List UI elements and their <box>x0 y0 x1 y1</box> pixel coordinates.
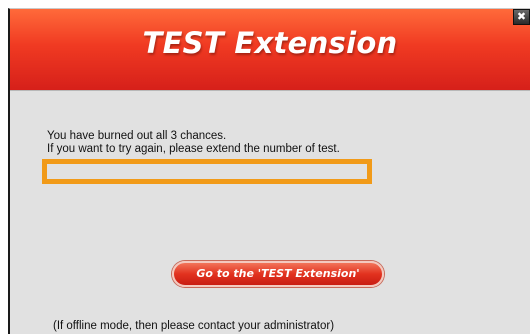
message-line-extend: If you want to try again, please extend … <box>47 143 340 155</box>
close-button[interactable]: ✖ <box>513 9 530 25</box>
goto-extension-button[interactable]: Go to the 'TEST Extension' <box>172 261 384 287</box>
dialog-title: TEST Extension <box>142 26 398 60</box>
message-text: You have burned out all 3 chances. If yo… <box>47 130 340 156</box>
offline-notice: (If offline mode, then please contact yo… <box>53 320 335 332</box>
close-icon: ✖ <box>516 10 527 23</box>
dialog-header: TEST Extension ✖ <box>10 9 530 91</box>
highlight-box: (If offline mode, then please contact yo… <box>42 159 372 332</box>
message-line-chances: You have burned out all 3 chances. <box>47 130 227 142</box>
dialog-window: TEST Extension ✖ You have burned out all… <box>8 8 530 334</box>
